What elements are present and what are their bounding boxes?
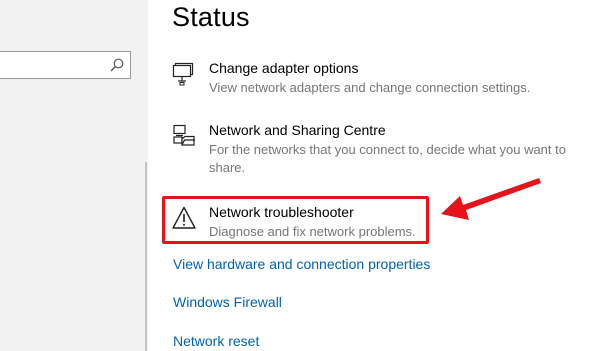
sharing-centre-icon [173, 124, 195, 146]
search-input[interactable] [5, 55, 105, 75]
search-box[interactable] [0, 51, 131, 79]
network-adapter-icon [172, 62, 194, 86]
page-title: Status [172, 2, 250, 32]
network-reset-link[interactable]: Network reset [173, 333, 259, 349]
annotation-highlight-box [162, 196, 429, 244]
windows-firewall-link[interactable]: Windows Firewall [173, 294, 282, 310]
entry-title: Network and Sharing Centre [209, 122, 386, 138]
annotation-arrow-icon [441, 178, 541, 220]
entry-title: Change adapter options [209, 60, 359, 76]
settings-window: Status Change adapter options View netwo… [0, 0, 600, 351]
nav-scrollbar[interactable] [145, 162, 147, 351]
entry-description: View network adapters and change connect… [209, 80, 531, 95]
search-icon[interactable] [109, 57, 125, 73]
entry-description: For the networks that you connect to, de… [209, 142, 566, 175]
view-hardware-properties-link[interactable]: View hardware and connection properties [173, 256, 430, 272]
navigation-pane [0, 0, 148, 351]
